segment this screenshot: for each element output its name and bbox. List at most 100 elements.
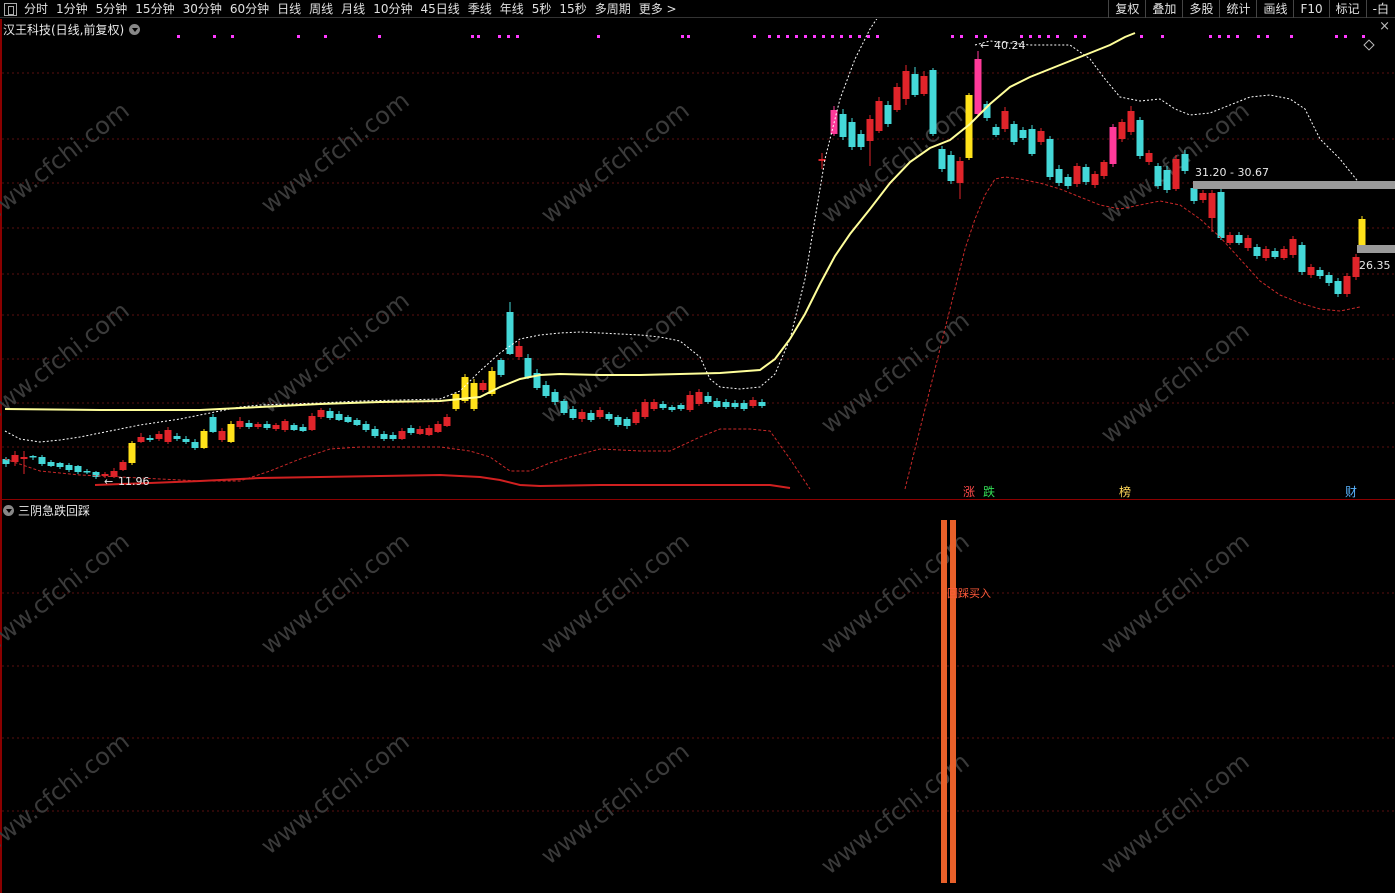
candle-body: [1325, 275, 1333, 283]
high-arrow: ←: [980, 39, 989, 52]
low-arrow: ←: [104, 475, 113, 488]
indicator-chart[interactable]: www.cfchi.com www.cfchi.com www.cfchi.com w…: [0, 500, 1395, 893]
signal-dot: [1209, 35, 1212, 38]
period-tab[interactable]: 月线: [338, 0, 370, 18]
tool-button[interactable]: 统计: [1219, 0, 1256, 18]
signal-dot: [858, 35, 861, 38]
candle-body: [1154, 166, 1162, 186]
dropdown-icon[interactable]: [129, 24, 141, 35]
signal-dot: [1161, 35, 1164, 38]
tool-button[interactable]: -白: [1365, 0, 1395, 18]
period-tab[interactable]: 60分钟: [227, 0, 274, 18]
candle-body: [614, 417, 622, 425]
period-tab[interactable]: 45日线: [417, 0, 464, 18]
period-tab[interactable]: 1分钟: [53, 0, 93, 18]
signal-dot: [813, 35, 816, 38]
signal-dot: [1257, 35, 1260, 38]
period-tab[interactable]: 30分钟: [180, 0, 227, 18]
candle-body: [1019, 130, 1027, 138]
candle-body: [1109, 127, 1117, 164]
tool-button[interactable]: 标记: [1328, 0, 1366, 18]
candle-body: [83, 471, 91, 473]
candle-body: [1082, 167, 1090, 182]
period-tab[interactable]: 15秒: [556, 0, 591, 18]
period-tab[interactable]: 多周期: [592, 0, 636, 18]
candle-body: [173, 436, 181, 439]
candle-body: [326, 411, 334, 418]
candle-body: [371, 429, 379, 436]
candle-body: [1064, 177, 1072, 186]
candlestick-pane[interactable]: www.cfchi.com www.cfchi.com www.cfchi.com w…: [0, 13, 1395, 499]
period-tab[interactable]: 分时: [21, 0, 53, 18]
candle-body: [479, 383, 487, 390]
tool-button[interactable]: 画线: [1256, 0, 1293, 18]
candle-body: [605, 414, 613, 419]
signal-dot: [951, 35, 954, 38]
long-term-line: [94, 473, 791, 489]
signal-dot: [1047, 35, 1050, 38]
watermark-text: www.cfchi.com: [536, 737, 695, 870]
candle-body: [974, 59, 982, 114]
candle-body: [677, 405, 685, 409]
tool-button[interactable]: F10: [1293, 0, 1328, 18]
candle-body: [749, 400, 757, 406]
candle-body: [272, 425, 280, 429]
signal-dot: [477, 35, 480, 38]
period-tab[interactable]: 年线: [497, 0, 529, 18]
period-tab[interactable]: 更多 >: [636, 0, 682, 18]
candle-body: [353, 420, 361, 425]
candlestick-chart[interactable]: www.cfchi.com www.cfchi.com www.cfchi.com w…: [0, 13, 1395, 499]
candle-body: [452, 394, 460, 409]
period-tab[interactable]: 日线: [274, 0, 306, 18]
candle-body: [65, 465, 73, 470]
candle-body: [1343, 276, 1351, 294]
tool-button[interactable]: 多股: [1182, 0, 1219, 18]
tool-button[interactable]: 叠加: [1145, 0, 1182, 18]
watermark-text: www.cfchi.com: [256, 527, 415, 660]
candle-body: [668, 407, 676, 410]
stock-title: 汉王科技(日线,前复权): [3, 23, 125, 37]
indicator-pane[interactable]: www.cfchi.com www.cfchi.com www.cfchi.com w…: [0, 500, 1395, 893]
candle-body: [56, 463, 64, 467]
candle-body: [515, 346, 523, 357]
candle-body: [1262, 249, 1270, 258]
signal-dot: [840, 35, 843, 38]
period-tab[interactable]: 5分钟: [93, 0, 133, 18]
candle-body: [1244, 238, 1252, 248]
candle-body: [560, 401, 568, 413]
period-tab[interactable]: 季线: [465, 0, 497, 18]
signal-dot: [1335, 35, 1338, 38]
watermark-text: www.cfchi.com: [1096, 747, 1255, 880]
candle-body: [650, 402, 658, 409]
signal-dot: [960, 35, 963, 38]
candle-body: [578, 412, 586, 419]
period-tab[interactable]: 5秒: [529, 0, 557, 18]
signal-dot: [1038, 35, 1041, 38]
candle-body: [1100, 162, 1108, 176]
dropdown-icon[interactable]: [3, 505, 14, 516]
period-tab[interactable]: 10分钟: [370, 0, 417, 18]
close-icon[interactable]: ×: [1379, 19, 1390, 34]
candle-body: [281, 421, 289, 430]
candle-body: [1271, 251, 1279, 257]
candle-body: [1055, 169, 1063, 183]
signal-dot: [1344, 35, 1347, 38]
candle-body: [425, 428, 433, 435]
candle-body: [209, 417, 217, 432]
period-tab[interactable]: 周线: [306, 0, 338, 18]
candle-body: [893, 87, 901, 110]
signal-dot: [687, 35, 690, 38]
candle-body: [155, 434, 163, 439]
period-tab[interactable]: 15分钟: [132, 0, 179, 18]
signal-dot: [1083, 35, 1086, 38]
candle-body: [1028, 129, 1036, 154]
tool-button[interactable]: 复权: [1108, 0, 1145, 18]
signal-dot: [804, 35, 807, 38]
panel-toggle-icon[interactable]: [4, 2, 17, 16]
watermark-text: www.cfchi.com: [816, 306, 975, 439]
candle-body: [1073, 166, 1081, 184]
event-marker: 跌: [983, 484, 995, 499]
period-toolbar: 分时 1分钟 5分钟 15分钟 30分钟 60分钟 日线 周线 月线 10分钟 45日线 季线 年线 5秒…: [0, 0, 1395, 18]
signal-dot: [822, 35, 825, 38]
candle-body: [722, 402, 730, 407]
